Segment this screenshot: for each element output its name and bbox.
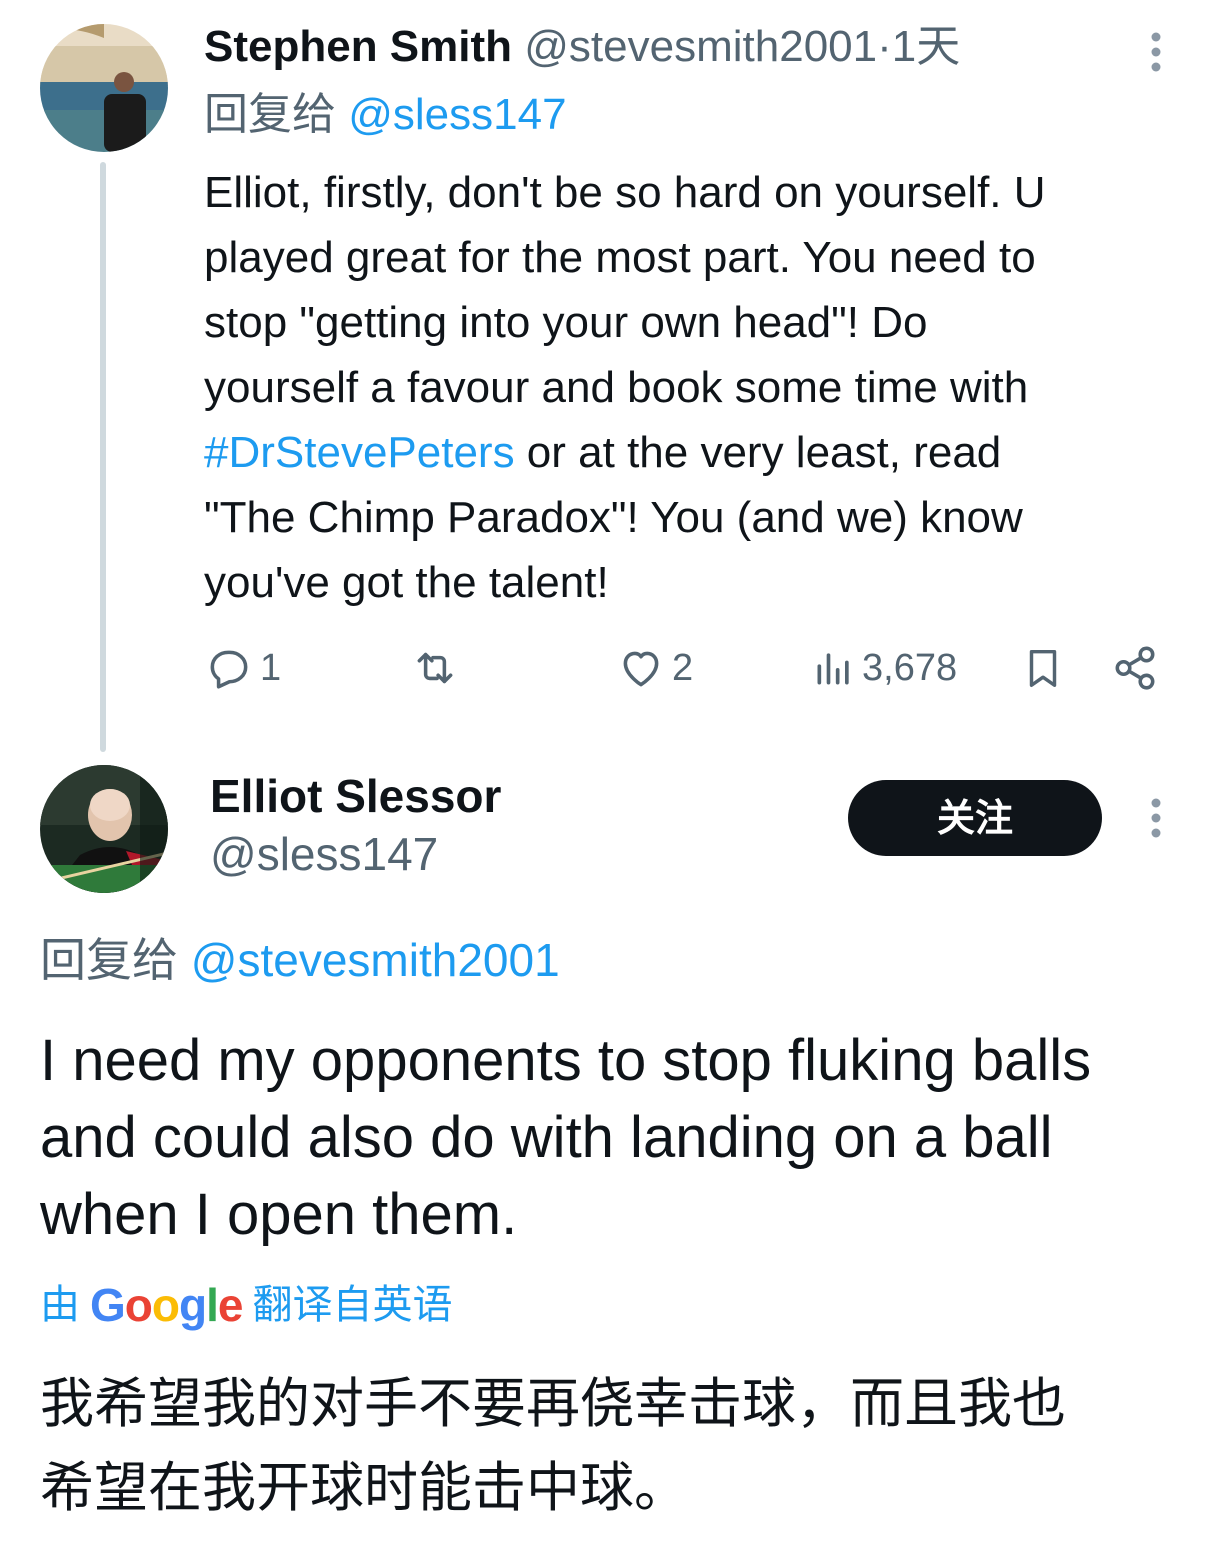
replying-to: 回复给 @sless147 xyxy=(204,88,567,142)
like-button[interactable]: 2 xyxy=(616,640,693,696)
more-vertical-icon[interactable] xyxy=(1138,796,1174,840)
like-count: 2 xyxy=(672,646,694,689)
replying-to-handle[interactable]: @sless147 xyxy=(348,90,566,139)
author-handle[interactable]: @sless147 xyxy=(210,826,438,882)
reply-count: 1 xyxy=(260,646,282,689)
tweet-text-fragment: or at the very least, read xyxy=(514,428,1002,477)
replying-to-handle[interactable]: @stevesmith2001 xyxy=(191,934,560,986)
thread-connector-line xyxy=(100,162,106,752)
share-icon xyxy=(1115,646,1155,690)
hashtag-link[interactable]: #DrStevePeters xyxy=(204,428,515,477)
reply-button[interactable]: 1 xyxy=(204,640,281,696)
retweet-button[interactable] xyxy=(409,640,461,696)
views-button[interactable]: 3,678 xyxy=(812,640,957,696)
tweet-text-line: and could also do with landing on a ball xyxy=(40,1105,1053,1170)
tweet-text-line: Elliot, firstly, don't be so hard on you… xyxy=(204,168,1046,217)
avatar-elliot-slessor[interactable] xyxy=(40,765,168,893)
share-button[interactable] xyxy=(1110,640,1160,696)
author-name[interactable]: Stephen Smith xyxy=(204,22,512,71)
tweet-header: Stephen Smith @stevesmith2001·1天 xyxy=(204,20,960,74)
reply-icon xyxy=(210,650,248,689)
views-icon xyxy=(817,653,849,685)
translated-text: 我希望我的对手不要再侥幸击球，而且我也 希望在我开球时能击中球。 xyxy=(40,1362,1190,1530)
translation-attribution[interactable]: 由 Google 翻译自英语 xyxy=(40,1277,452,1333)
heart-icon xyxy=(623,651,659,687)
replying-to-prefix: 回复给 xyxy=(204,90,336,139)
tweet-timestamp[interactable]: 1天 xyxy=(892,22,960,71)
translated-by-prefix: 由 xyxy=(40,1283,80,1327)
replying-to: 回复给 @stevesmith2001 xyxy=(40,932,560,988)
views-count: 3,678 xyxy=(862,646,958,689)
tweet-text-line: yourself a favour and book some time wit… xyxy=(204,363,1029,412)
bookmark-button[interactable] xyxy=(1020,640,1066,696)
tweet-actions: 1 2 3,678 xyxy=(204,640,1164,700)
google-logo: Google xyxy=(90,1279,243,1331)
tweet-text-line: "The Chimp Paradox"! You (and we) know xyxy=(204,493,1023,542)
translated-from-language: 翻译自英语 xyxy=(252,1283,453,1327)
bookmark-icon xyxy=(1029,649,1057,687)
tweet-text: Elliot, firstly, don't be so hard on you… xyxy=(204,160,1184,615)
translated-text-line: 希望在我开球时能击中球。 xyxy=(40,1456,688,1519)
translated-text-line: 我希望我的对手不要再侥幸击球，而且我也 xyxy=(40,1372,1066,1435)
retweet-icon xyxy=(417,652,453,684)
avatar-stephen-smith[interactable] xyxy=(40,24,168,152)
tweet-text-line: I need my opponents to stop fluking ball… xyxy=(40,1028,1092,1093)
follow-button[interactable]: 关注 xyxy=(848,780,1102,856)
tweet-text-line: played great for the most part. You need… xyxy=(204,233,1036,282)
replying-to-prefix: 回复给 xyxy=(40,934,178,986)
tweet-text-line: you've got the talent! xyxy=(204,558,609,607)
author-handle[interactable]: @stevesmith2001 xyxy=(524,22,877,71)
tweet-text-line: stop "getting into your own head"! Do xyxy=(204,298,928,347)
more-vertical-icon[interactable] xyxy=(1138,30,1174,74)
tweet-text-line: #DrStevePeters or at the very least, rea… xyxy=(204,420,1184,485)
tweet-text: I need my opponents to stop fluking ball… xyxy=(40,1022,1190,1253)
separator-dot: · xyxy=(877,22,892,71)
author-name[interactable]: Elliot Slessor xyxy=(210,768,501,824)
tweet-text-line: when I open them. xyxy=(40,1182,518,1247)
